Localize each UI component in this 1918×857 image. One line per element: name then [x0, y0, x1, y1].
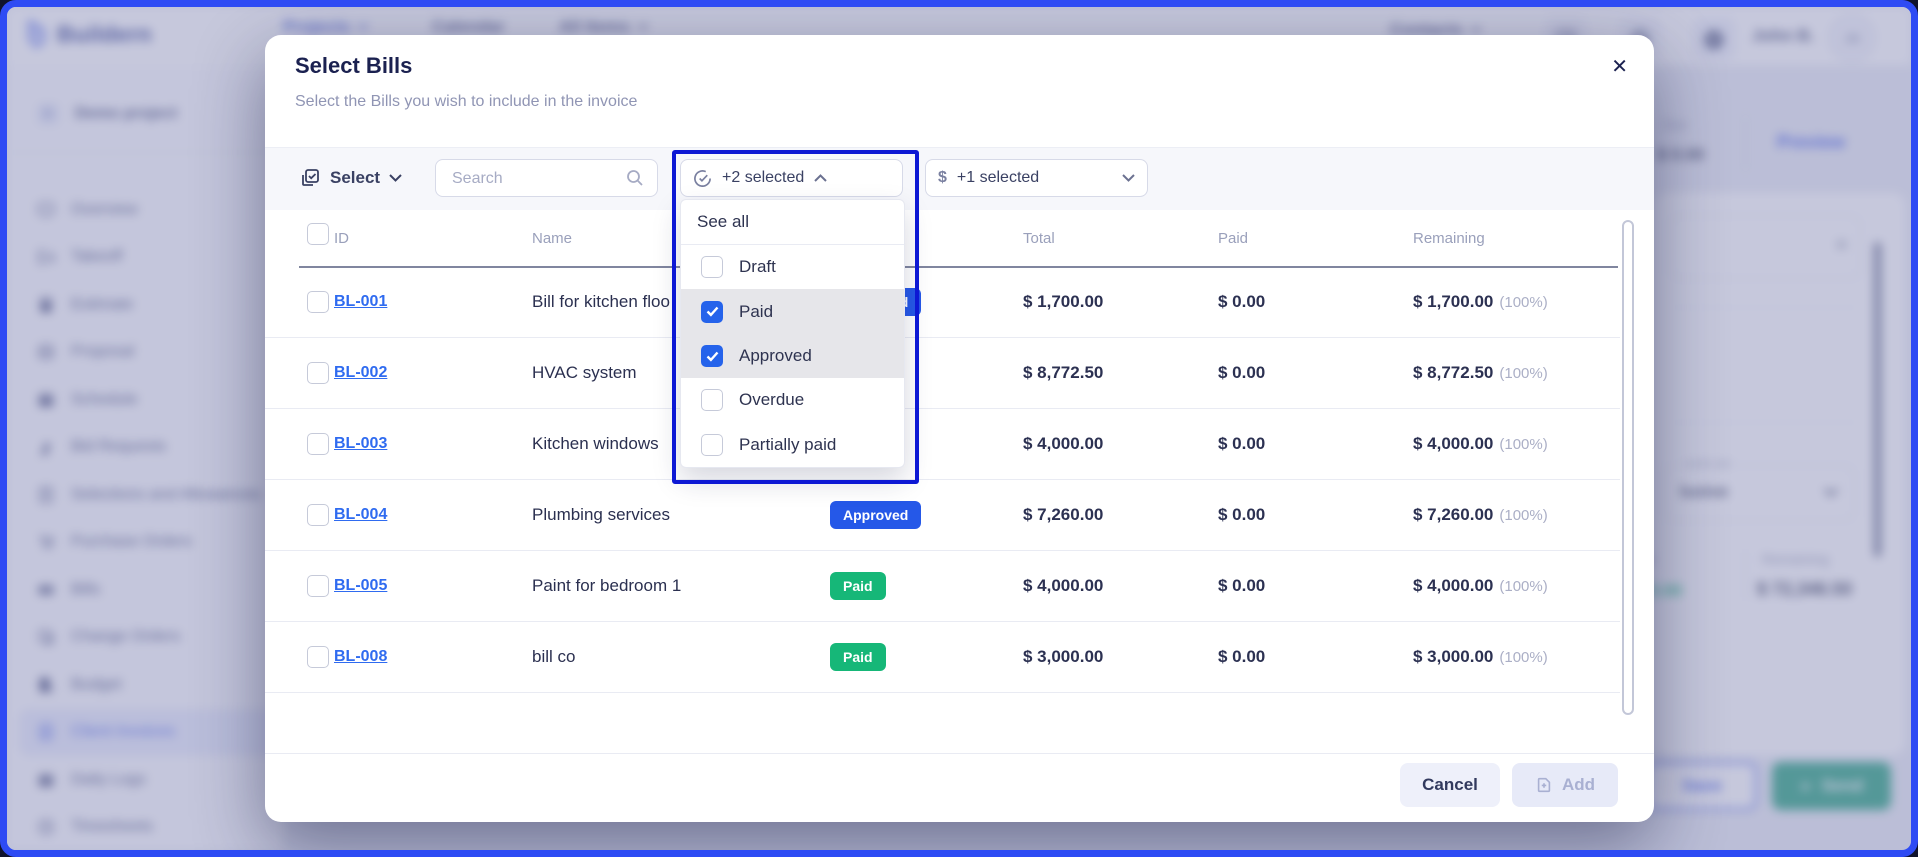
app-window: Buildern Projects Calendar All Items Con…	[0, 0, 1918, 857]
row-checkbox[interactable]	[307, 362, 329, 384]
table-row: BL-003 Kitchen windows $ 4,000.00 $ 0.00…	[265, 408, 1620, 480]
check-icon	[706, 351, 719, 362]
row-checkbox[interactable]	[307, 291, 329, 313]
option-paid[interactable]: Paid	[681, 289, 904, 333]
bill-id-link[interactable]: BL-003	[334, 435, 387, 453]
cancel-button[interactable]: Cancel	[1400, 763, 1500, 807]
column-header-id: ID	[334, 230, 349, 247]
select-menu[interactable]: Select	[299, 159, 402, 197]
select-all-checkbox[interactable]	[307, 223, 329, 245]
amount-filter-select[interactable]: $ +1 selected	[925, 159, 1148, 197]
table-row: BL-005 Paint for bedroom 1 Paid $ 4,000.…	[265, 550, 1620, 622]
option-overdue[interactable]: Overdue	[681, 378, 904, 422]
status-badge: Approved	[830, 501, 921, 529]
checkbox[interactable]	[701, 389, 723, 411]
row-checkbox[interactable]	[307, 575, 329, 597]
checkbox[interactable]	[701, 301, 723, 323]
add-button[interactable]: Add	[1512, 763, 1618, 807]
check-icon	[706, 306, 719, 317]
status-badge: Paid	[830, 572, 886, 600]
check-circle-icon	[693, 169, 712, 188]
row-checkbox[interactable]	[307, 433, 329, 455]
see-all-option[interactable]: See all	[681, 200, 904, 245]
row-checkbox[interactable]	[307, 504, 329, 526]
modal-subtitle: Select the Bills you wish to include in …	[295, 93, 637, 111]
status-badge: Paid	[830, 643, 886, 671]
column-header-total: Total	[1023, 230, 1055, 247]
bill-id-link[interactable]: BL-001	[334, 293, 387, 311]
select-bills-modal: Select Bills Select the Bills you wish t…	[265, 35, 1654, 822]
option-draft[interactable]: Draft	[681, 245, 904, 289]
option-approved[interactable]: Approved	[681, 334, 904, 378]
bill-id-link[interactable]: BL-002	[334, 364, 387, 382]
status-filter-dropdown: See all Draft Paid Approved Overdue Part…	[680, 199, 905, 468]
status-filter-select[interactable]: +2 selected	[680, 159, 903, 197]
row-checkbox[interactable]	[307, 646, 329, 668]
chevron-down-icon	[1122, 174, 1135, 182]
status-filter: +2 selected See all Draft Paid Approved …	[680, 159, 903, 197]
add-document-icon	[1535, 776, 1553, 794]
modal-title: Select Bills	[295, 53, 412, 79]
checkbox[interactable]	[701, 434, 723, 456]
scrollbar-thumb[interactable]	[1622, 220, 1634, 715]
column-header-remaining: Remaining	[1413, 230, 1485, 247]
table-row: BL-008 bill co Paid $ 3,000.00 $ 0.00 $ …	[265, 621, 1620, 693]
checkbox[interactable]	[701, 345, 723, 367]
table-row: BL-001 Bill for kitchen floo Approved $ …	[265, 266, 1620, 338]
checkbox[interactable]	[701, 256, 723, 278]
bill-id-link[interactable]: BL-008	[334, 648, 387, 666]
column-header-paid: Paid	[1218, 230, 1248, 247]
bill-id-link[interactable]: BL-004	[334, 506, 387, 524]
chevron-up-icon	[814, 174, 827, 182]
multi-select-icon	[299, 167, 321, 189]
table-scrollbar	[1622, 220, 1634, 740]
footer-divider	[265, 753, 1654, 754]
search-box	[435, 159, 658, 197]
search-icon	[625, 168, 645, 188]
chevron-down-icon	[389, 174, 402, 182]
dollar-icon: $	[938, 169, 947, 187]
close-icon[interactable]: ✕	[1611, 57, 1628, 77]
search-input[interactable]	[450, 160, 614, 198]
option-partially-paid[interactable]: Partially paid	[681, 423, 904, 467]
bill-id-link[interactable]: BL-005	[334, 577, 387, 595]
column-header-name: Name	[532, 230, 572, 247]
table-row: BL-004 Plumbing services Approved $ 7,26…	[265, 479, 1620, 551]
table-row: BL-002 HVAC system $ 8,772.50 $ 0.00 $ 8…	[265, 337, 1620, 409]
